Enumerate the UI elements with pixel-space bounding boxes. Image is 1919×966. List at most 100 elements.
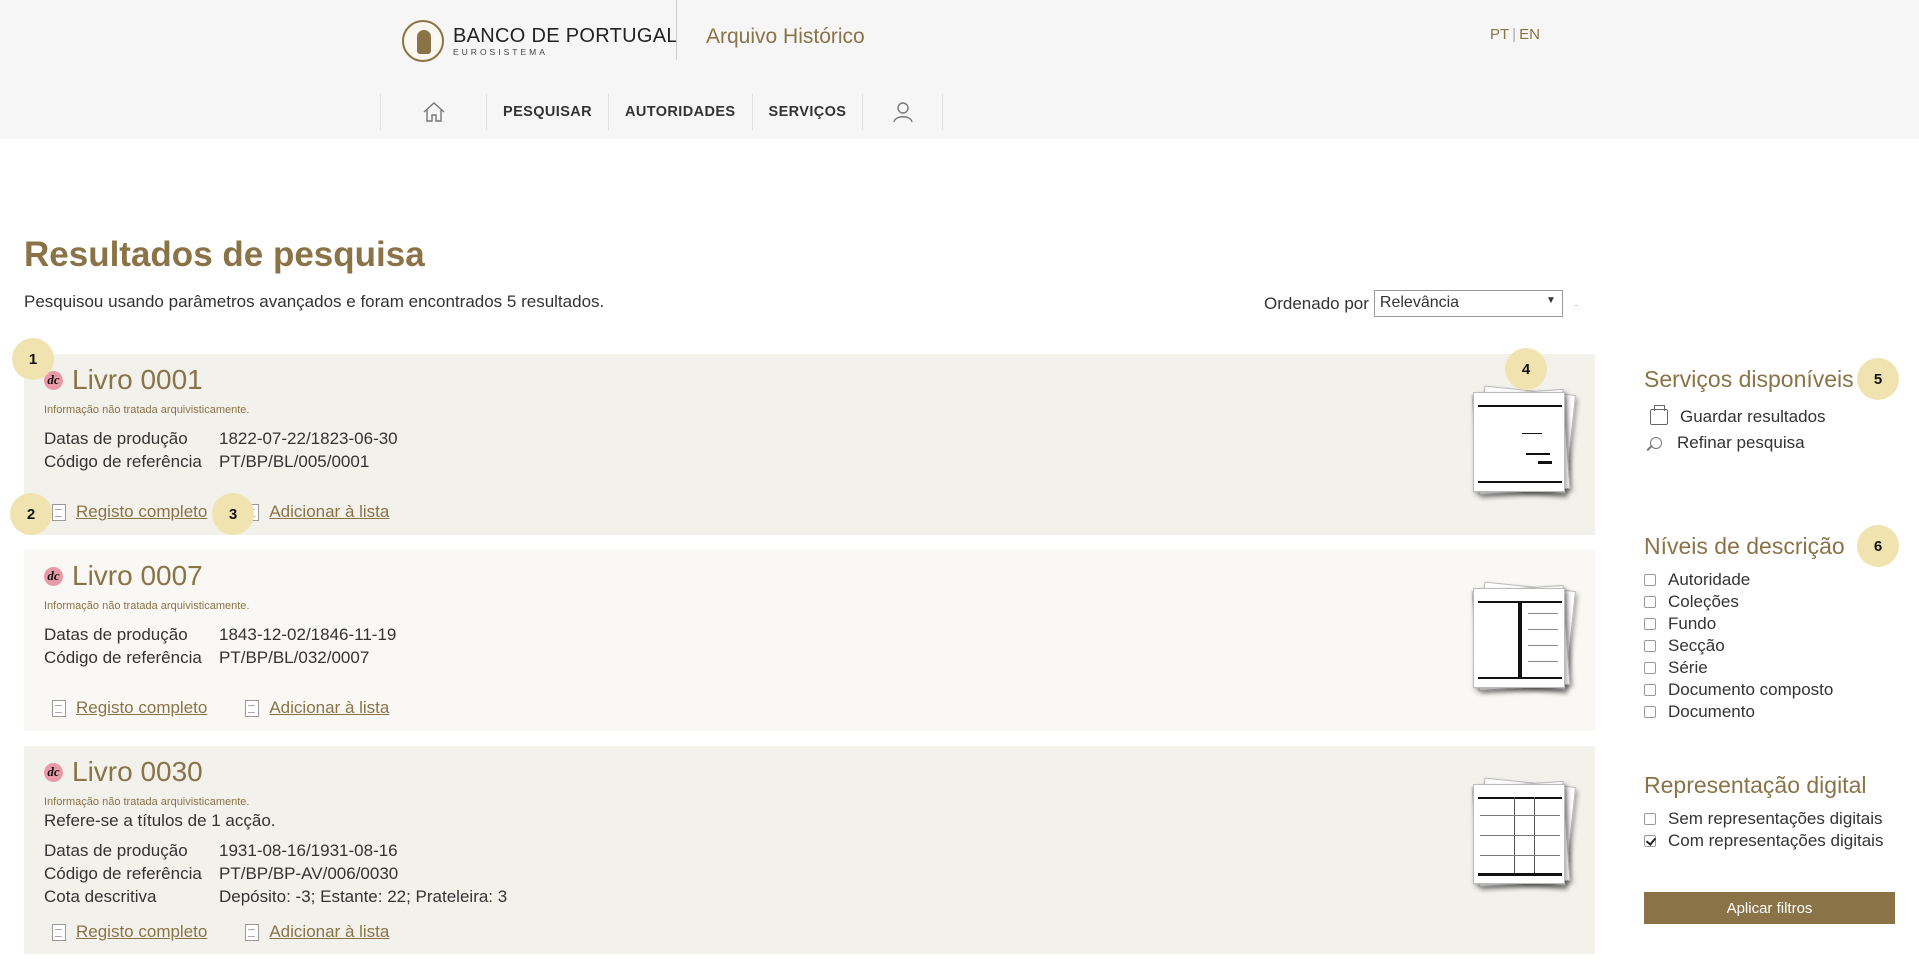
nav-autoridades[interactable]: AUTORIDADES	[609, 94, 753, 130]
field-value: PT/BP/BL/005/0001	[219, 452, 370, 471]
result-title[interactable]: Livro 0001	[72, 364, 203, 396]
annotation-badge: 4	[1505, 348, 1547, 390]
result-thumbnail[interactable]	[1471, 777, 1576, 888]
sort-select[interactable]: Relevância ▼	[1373, 290, 1563, 317]
result-thumbnail[interactable]	[1471, 581, 1576, 692]
field-value: 1931-08-16/1931-08-16	[219, 841, 398, 860]
add-to-list-label: Adicionar à lista	[269, 922, 390, 941]
nav-home[interactable]	[380, 94, 487, 130]
field-row: Código de referência PT/BP/BL/005/0001	[44, 450, 398, 473]
lang-pt-link[interactable]: PT	[1490, 26, 1509, 43]
refine-search-link[interactable]: Refinar pesquisa	[1650, 433, 1805, 453]
bank-logo[interactable]: BANCO DE PORTUGAL EUROSISTEMA	[402, 20, 678, 62]
result-header: dc Livro 0001	[44, 364, 203, 396]
result-thumbnail[interactable]	[1471, 385, 1576, 496]
checkbox-checked[interactable]	[1644, 835, 1656, 847]
thumb-page-front	[1473, 588, 1565, 688]
field-label: Código de referência	[44, 452, 202, 471]
full-record-link[interactable]: Registo completo	[52, 698, 207, 718]
checkbox[interactable]	[1644, 596, 1656, 608]
user-icon	[893, 102, 913, 123]
checkbox[interactable]	[1644, 618, 1656, 630]
checkbox[interactable]	[1644, 640, 1656, 652]
checkbox[interactable]	[1644, 662, 1656, 674]
result-fields: Datas de produção 1931-08-16/1931-08-16 C…	[44, 839, 507, 908]
dc-record-icon: dc	[44, 762, 63, 782]
nav-user[interactable]	[863, 94, 944, 130]
sort-control: Ordenado por Relevância ▼ -	[1264, 290, 1579, 317]
field-value: 1822-07-22/1823-06-30	[219, 429, 398, 448]
thumb-line	[1538, 461, 1552, 464]
field-label: Cota descritiva	[44, 887, 157, 906]
level-filter-colecoes[interactable]: Coleções	[1644, 592, 1739, 612]
checkbox[interactable]	[1644, 574, 1656, 586]
checkbox-label: Documento composto	[1668, 680, 1834, 699]
add-to-list-link[interactable]: Adicionar à lista	[245, 698, 389, 718]
lang-en-link[interactable]: EN	[1519, 26, 1540, 43]
thumb-line	[1480, 855, 1560, 856]
digital-filter-without[interactable]: Sem representações digitais	[1644, 809, 1883, 829]
field-label: Código de referência	[44, 648, 202, 667]
thumb-line	[1528, 629, 1558, 630]
search-icon	[1650, 437, 1662, 449]
field-row: Cota descritiva Depósito: -3; Estante: 22…	[44, 885, 507, 908]
home-icon	[423, 102, 444, 122]
result-fields: Datas de produção 1843-12-02/1846-11-19 C…	[44, 623, 396, 669]
level-filter-autoridade[interactable]: Autoridade	[1644, 570, 1750, 590]
result-description: Refere-se a títulos de 1 acção.	[44, 811, 276, 830]
checkbox-label: Coleções	[1668, 592, 1739, 611]
refine-search-label: Refinar pesquisa	[1677, 433, 1805, 452]
thumb-line	[1480, 835, 1560, 836]
full-record-link[interactable]: Registo completo	[52, 502, 207, 522]
add-to-list-label: Adicionar à lista	[269, 698, 390, 717]
full-record-link[interactable]: Registo completo	[52, 922, 207, 942]
field-label: Datas de produção	[44, 625, 188, 644]
annotation-badge: 2	[10, 493, 52, 535]
thumb-line	[1478, 481, 1562, 483]
add-list-icon	[245, 699, 260, 717]
level-filter-fundo[interactable]: Fundo	[1644, 614, 1716, 634]
printer-icon	[1650, 405, 1668, 425]
level-filter-documento-composto[interactable]: Documento composto	[1644, 680, 1833, 700]
level-filter-documento[interactable]: Documento	[1644, 702, 1755, 722]
dropdown-arrow-icon: ▼	[1546, 295, 1556, 306]
field-label: Datas de produção	[44, 841, 188, 860]
apply-filters-button[interactable]: Aplicar filtros	[1644, 892, 1895, 924]
checkbox[interactable]	[1644, 706, 1656, 718]
save-results-link[interactable]: Guardar resultados	[1650, 405, 1826, 427]
logo-main-text: BANCO DE PORTUGAL	[453, 24, 678, 47]
result-title[interactable]: Livro 0007	[72, 560, 203, 592]
thumb-line	[1478, 405, 1562, 407]
sort-label: Ordenado por	[1264, 293, 1369, 313]
checkbox-label: Secção	[1668, 636, 1725, 655]
level-filter-serie[interactable]: Série	[1644, 658, 1708, 678]
digital-heading: Representação digital	[1644, 772, 1867, 798]
thumb-line	[1478, 797, 1562, 799]
bank-emblem-icon	[402, 20, 444, 62]
result-header: dc Livro 0007	[44, 560, 203, 592]
result-note: Informação não tratada arquivisticamente…	[44, 404, 250, 416]
save-results-label: Guardar resultados	[1680, 407, 1826, 426]
level-filter-seccao[interactable]: Secção	[1644, 636, 1725, 656]
field-row: Datas de produção 1931-08-16/1931-08-16	[44, 839, 507, 862]
digital-filter-with[interactable]: Com representações digitais	[1644, 831, 1883, 851]
logo-sub-text: EUROSISTEMA	[453, 46, 548, 57]
result-fields: Datas de produção 1822-07-22/1823-06-30 C…	[44, 427, 398, 473]
add-to-list-link[interactable]: Adicionar à lista	[245, 502, 389, 522]
result-note: Informação não tratada arquivisticamente…	[44, 600, 250, 612]
archive-title[interactable]: Arquivo Histórico	[706, 25, 865, 49]
checkbox-label: Série	[1668, 658, 1708, 677]
checkbox-label: Com representações digitais	[1668, 831, 1884, 850]
field-row: Datas de produção 1843-12-02/1846-11-19	[44, 623, 396, 646]
add-to-list-link[interactable]: Adicionar à lista	[245, 922, 389, 942]
nav-pesquisar[interactable]: PESQUISAR	[487, 94, 610, 130]
result-title[interactable]: Livro 0030	[72, 756, 203, 788]
thumb-line	[1528, 613, 1558, 614]
checkbox[interactable]	[1644, 684, 1656, 696]
field-label: Código de referência	[44, 864, 202, 883]
checkbox[interactable]	[1644, 813, 1656, 825]
sort-direction-toggle[interactable]: -	[1574, 296, 1579, 312]
nav-servicos[interactable]: SERVIÇOS	[753, 94, 864, 130]
field-label: Datas de produção	[44, 429, 188, 448]
full-record-label: Registo completo	[76, 502, 208, 521]
